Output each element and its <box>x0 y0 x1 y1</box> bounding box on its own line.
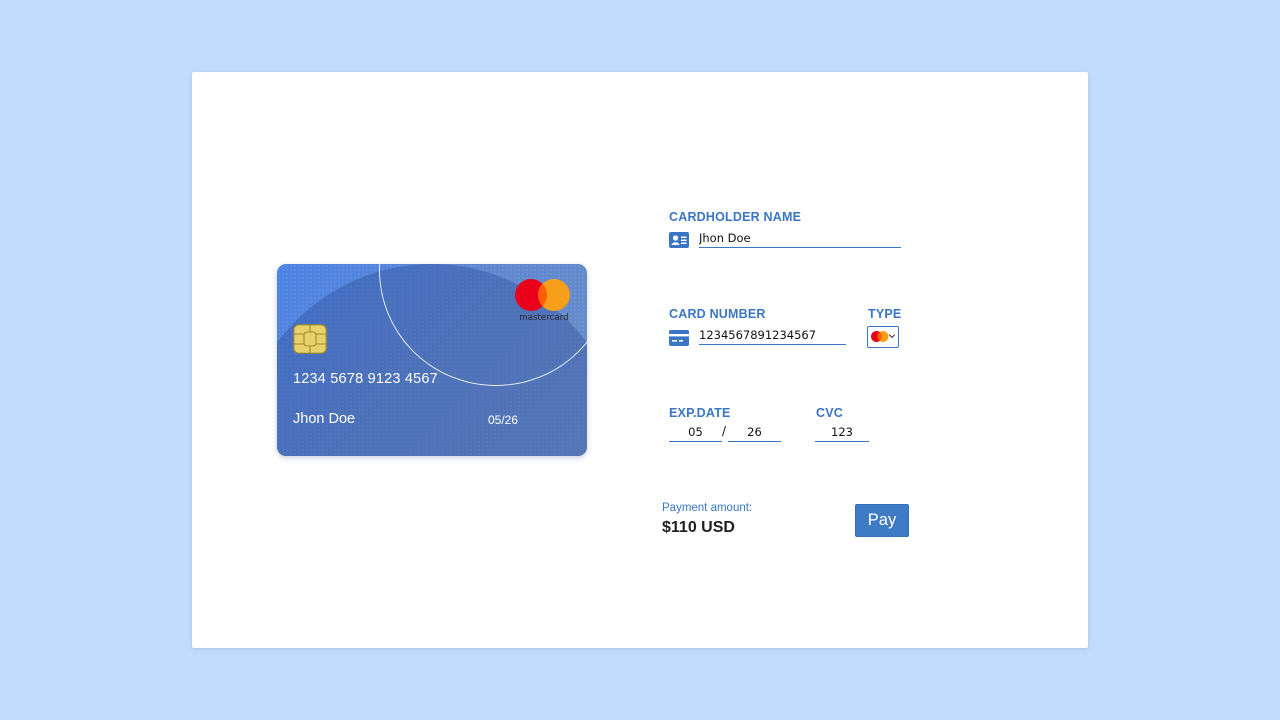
payment-amount-value: $110 USD <box>662 519 735 536</box>
pay-button[interactable]: Pay <box>855 504 909 537</box>
cvc-input[interactable] <box>815 425 869 442</box>
exp-date-label: EXP.DATE <box>669 406 731 420</box>
exp-date-separator: / <box>722 424 727 438</box>
credit-card-preview: mastercard 1234 5678 9123 4567 Jhon Doe … <box>277 264 587 456</box>
card-brand-word: mastercard <box>519 313 569 323</box>
card-type-select[interactable] <box>867 326 899 348</box>
contact-card-icon <box>669 232 689 248</box>
exp-year-input[interactable] <box>728 425 781 442</box>
cardholder-name-input[interactable] <box>699 231 901 248</box>
exp-month-input[interactable] <box>669 425 722 442</box>
credit-card-icon <box>669 330 689 346</box>
payment-amount-label: Payment amount: <box>662 502 753 514</box>
card-holder-display: Jhon Doe <box>293 411 356 427</box>
card-chip-icon <box>293 324 327 354</box>
card-type-label: TYPE <box>868 307 902 321</box>
chevron-down-icon <box>888 334 896 339</box>
cvc-label: CVC <box>816 406 843 420</box>
card-expiry-display: 05/26 <box>488 413 519 427</box>
card-number-display: 1234 5678 9123 4567 <box>293 371 438 387</box>
card-number-input[interactable] <box>699 328 846 345</box>
mastercard-option-icon <box>871 331 889 342</box>
cardholder-name-label: CARDHOLDER NAME <box>669 210 802 224</box>
card-number-label: CARD NUMBER <box>669 307 766 321</box>
